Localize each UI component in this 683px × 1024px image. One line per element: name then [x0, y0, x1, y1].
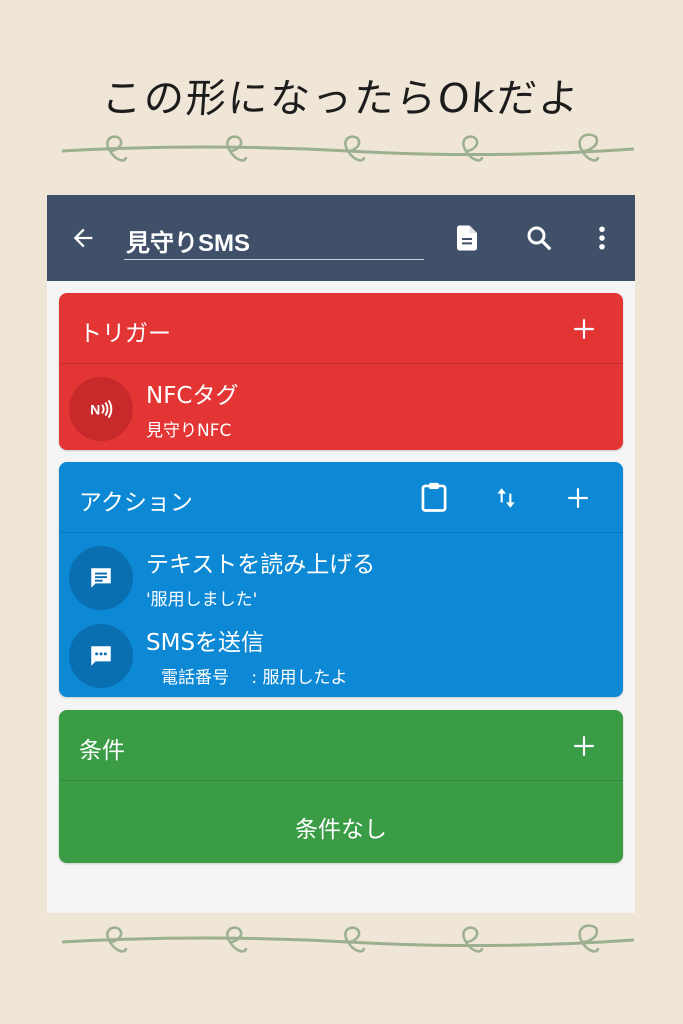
condition-title: 条件 — [79, 738, 125, 764]
search-icon[interactable] — [524, 223, 554, 253]
trigger-item-nfc[interactable]: N NFCタグ 見守りNFC — [59, 364, 623, 442]
vine-decoration-top — [62, 133, 634, 162]
condition-card: 条件 条件なし — [59, 710, 623, 863]
swap-vert-icon[interactable] — [493, 485, 519, 511]
action-title: アクション — [79, 490, 193, 516]
trigger-item-subtitle: 見守りNFC — [146, 421, 232, 441]
action-item-speak-text[interactable]: テキストを読み上げる '服用しました' — [59, 533, 623, 611]
sms-icon-badge — [69, 624, 133, 688]
plus-icon[interactable] — [571, 316, 597, 342]
sms-icon — [91, 646, 111, 666]
trigger-title: トリガー — [79, 321, 171, 347]
headline: この形になったらOkだよ — [100, 76, 583, 122]
trigger-item-title: NFCタグ — [146, 383, 239, 409]
phone-screen: 見守りSMS トリガー N NFCタグ 見守りNFC アクション テキストを読み… — [47, 195, 635, 913]
action-item-title: SMSを送信 — [146, 630, 265, 656]
action-item-send-sms[interactable]: SMSを送信 電話番号 : 服用したよ — [59, 611, 623, 689]
trigger-header: トリガー — [59, 293, 623, 364]
action-header: アクション — [59, 462, 623, 533]
macro-name-field[interactable]: 見守りSMS — [124, 217, 424, 260]
action-item-title: テキストを読み上げる — [146, 552, 376, 578]
clipboard-icon[interactable] — [419, 481, 449, 513]
document-icon[interactable] — [452, 223, 482, 253]
message-icon-badge — [69, 546, 133, 610]
svg-text:N: N — [90, 401, 100, 417]
action-item-subtitle: 電話番号 : 服用したよ — [161, 668, 348, 688]
action-card: アクション テキストを読み上げる '服用しました' SMSを送信 電話番号: … — [59, 462, 623, 697]
arrow-left-icon[interactable] — [69, 224, 97, 252]
app-bar: 見守りSMS — [47, 195, 635, 281]
trigger-card: トリガー N NFCタグ 見守りNFC — [59, 293, 623, 450]
nfc-icon: N — [90, 399, 113, 419]
plus-icon[interactable] — [565, 485, 591, 511]
no-conditions-text: 条件なし — [295, 817, 387, 843]
nfc-icon-badge: N — [69, 377, 133, 441]
plus-icon[interactable] — [571, 733, 597, 759]
vine-decoration-bottom — [62, 924, 634, 953]
action-item-subtitle: '服用しました' — [146, 590, 258, 610]
more-vert-icon[interactable] — [587, 223, 617, 253]
condition-header: 条件 — [59, 710, 623, 781]
macro-name-text: 見守りSMS — [126, 230, 251, 257]
message-icon — [91, 568, 111, 588]
